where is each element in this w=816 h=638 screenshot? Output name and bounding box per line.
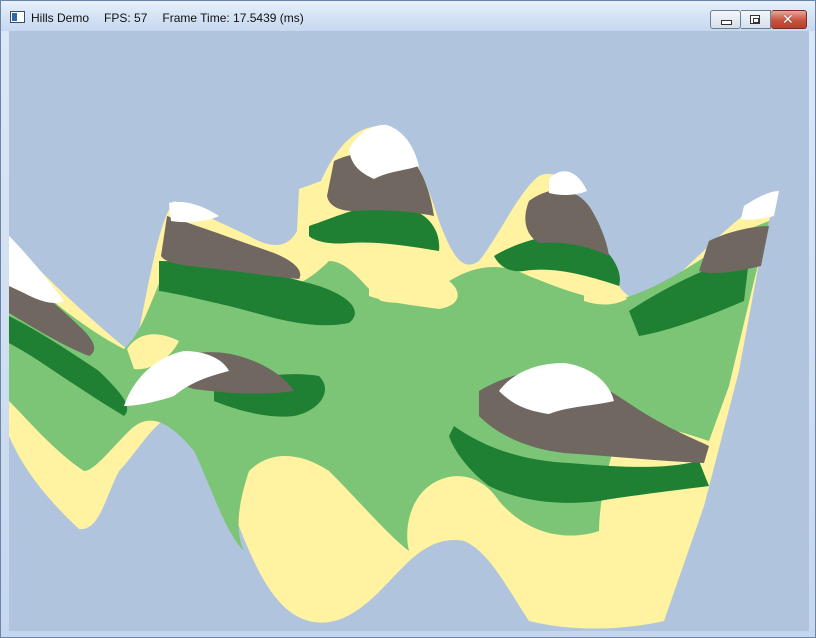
- app-name: Hills Demo: [31, 11, 90, 25]
- close-button[interactable]: ✕: [771, 10, 807, 29]
- terrain-render: [9, 124, 779, 629]
- maximize-button[interactable]: [741, 10, 771, 29]
- app-icon[interactable]: [10, 11, 25, 23]
- terrain-snow-right: [549, 171, 587, 196]
- render-viewport[interactable]: [9, 31, 809, 631]
- title-bar[interactable]: Hills Demo FPS: 57 Frame Time: 17.5439 (ms…: [1, 1, 815, 31]
- minimize-button[interactable]: [710, 10, 741, 29]
- app-window: Hills Demo FPS: 57 Frame Time: 17.5439 (ms…: [0, 0, 816, 638]
- terrain-snow-far-right: [741, 191, 779, 220]
- frame-time-readout: Frame Time: 17.5439 (ms): [162, 11, 304, 25]
- minimize-icon: [721, 20, 732, 25]
- close-icon: ✕: [782, 11, 794, 27]
- terrain-rock-far-right: [699, 226, 769, 274]
- window-title: Hills Demo FPS: 57 Frame Time: 17.5439 (ms…: [31, 11, 319, 25]
- maximize-icon: [750, 15, 760, 24]
- fps-readout: FPS: 57: [104, 11, 148, 25]
